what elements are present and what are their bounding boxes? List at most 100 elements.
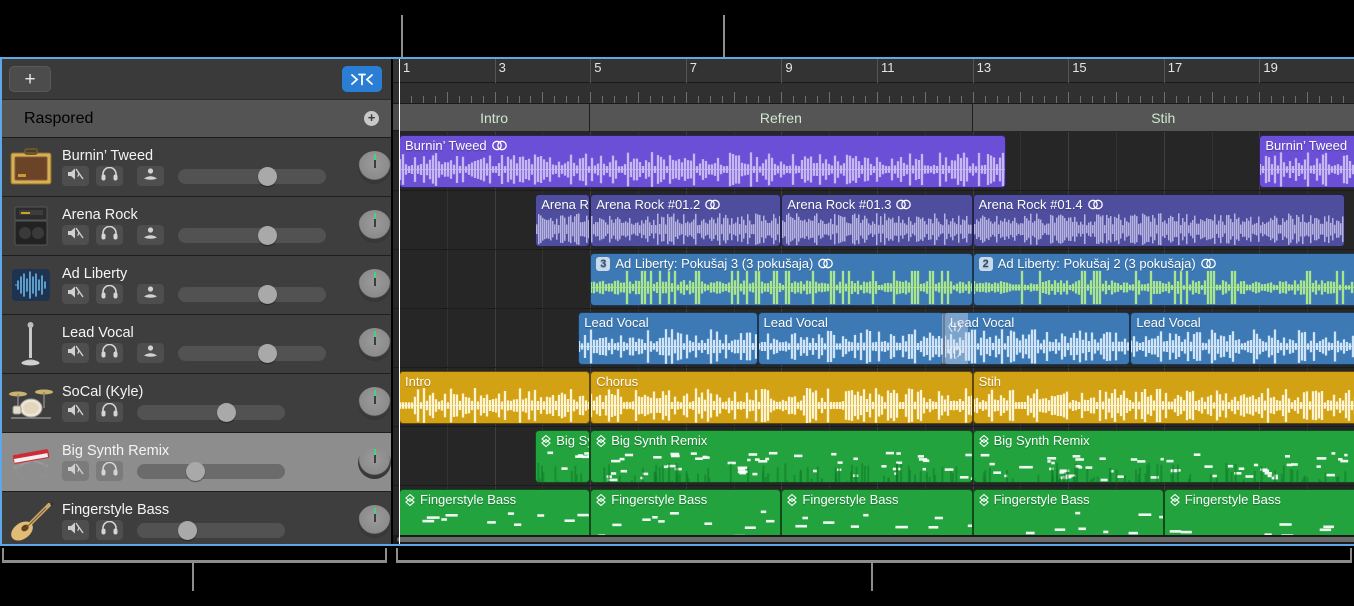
- volume-slider-knob[interactable]: [258, 167, 277, 186]
- solo-button[interactable]: [96, 520, 123, 540]
- region[interactable]: Big Synth R: [535, 430, 590, 483]
- playhead[interactable]: [399, 59, 400, 544]
- track-row[interactable]: Big Synth Remix: [0, 433, 391, 492]
- beat-tick: [1032, 96, 1033, 103]
- volume-slider[interactable]: [178, 346, 326, 361]
- ruler-bar-number: 19: [1259, 60, 1277, 75]
- track-row[interactable]: Arena Rock: [0, 197, 391, 256]
- region[interactable]: Burnin’ Tweed: [1259, 135, 1354, 188]
- pan-knob[interactable]: [358, 328, 391, 361]
- beat-tick: [985, 96, 986, 103]
- volume-slider[interactable]: [137, 464, 285, 479]
- mute-button[interactable]: [62, 225, 89, 245]
- track-row[interactable]: Burnin’ Tweed: [0, 138, 391, 197]
- track-lane[interactable]: Intro Chorus Stih: [393, 368, 1354, 427]
- record-enable-button[interactable]: [137, 225, 164, 245]
- track-lane[interactable]: Lead Vocal Lead Vocal Lead Vocal Lead Vo…: [393, 309, 1354, 368]
- flex-time-icon[interactable]: [342, 66, 382, 92]
- mute-button[interactable]: [62, 520, 89, 540]
- region[interactable]: Arena Rock #01.3: [781, 194, 972, 247]
- add-to-group-icon[interactable]: +: [364, 111, 379, 126]
- track-row[interactable]: Lead Vocal: [0, 315, 391, 374]
- horizontal-scrollbar-thumb[interactable]: [397, 537, 1354, 542]
- region[interactable]: Lead Vocal: [944, 312, 1130, 365]
- region[interactable]: Lead Vocal: [578, 312, 757, 365]
- volume-slider-knob[interactable]: [186, 462, 205, 481]
- volume-slider[interactable]: [178, 228, 326, 243]
- region[interactable]: Intro: [399, 371, 590, 424]
- volume-slider[interactable]: [178, 287, 326, 302]
- region-label-row: Fingerstyle Bass: [979, 492, 1090, 507]
- region[interactable]: Arena Rock #01.4: [973, 194, 1346, 247]
- pan-knob[interactable]: [358, 446, 391, 479]
- volume-slider[interactable]: [137, 523, 285, 538]
- track-row[interactable]: Ad Liberty: [0, 256, 391, 315]
- record-enable-button[interactable]: [137, 166, 164, 186]
- region-waveform: [591, 211, 780, 244]
- mute-button[interactable]: [62, 166, 89, 186]
- arrangement-marker[interactable]: Intro: [399, 104, 590, 131]
- lane-gridline: [1164, 132, 1165, 190]
- region[interactable]: 3Ad Liberty: Pokušaj 3 (3 pokušaja): [590, 253, 972, 306]
- bar-ruler[interactable]: 135791113151719: [393, 59, 1354, 83]
- solo-button[interactable]: [96, 402, 123, 422]
- add-track-button[interactable]: +: [9, 66, 51, 92]
- track-lane[interactable]: Arena RArena Rock #01.2Arena Rock #01.3A…: [393, 191, 1354, 250]
- track-group-header[interactable]: Raspored +: [0, 100, 391, 138]
- horizontal-scrollbar[interactable]: [393, 535, 1354, 544]
- region[interactable]: Lead Vocal: [1130, 312, 1354, 365]
- track-row[interactable]: Fingerstyle Bass: [0, 492, 391, 546]
- mute-button[interactable]: [62, 284, 89, 304]
- region[interactable]: Chorus: [590, 371, 972, 424]
- beat-tick: [829, 92, 830, 103]
- track-lane[interactable]: Burnin’ Tweed Burnin’ Tweed: [393, 132, 1354, 191]
- solo-button[interactable]: [96, 461, 123, 481]
- volume-slider[interactable]: [178, 169, 326, 184]
- volume-slider-knob[interactable]: [258, 226, 277, 245]
- region-label-row: Fingerstyle Bass: [787, 492, 898, 507]
- region[interactable]: Big Synth Remix: [590, 430, 972, 483]
- region-waveform: [1131, 329, 1354, 362]
- track-list-pane: + Raspored + Burnin’ TweedArena Rock Ad …: [0, 59, 393, 544]
- track-lane[interactable]: Big Synth RBig Synth RemixBig Synth Remi…: [393, 427, 1354, 486]
- solo-button[interactable]: [96, 166, 123, 186]
- pan-pointer: [374, 337, 376, 345]
- volume-slider[interactable]: [137, 405, 285, 420]
- solo-button[interactable]: [96, 225, 123, 245]
- lane-gridline: [542, 250, 543, 308]
- beat-tick: [1020, 92, 1021, 103]
- pan-knob[interactable]: [358, 505, 391, 538]
- record-enable-button[interactable]: [137, 284, 164, 304]
- mute-button[interactable]: [62, 461, 89, 481]
- arrangement-marker[interactable]: Refren: [590, 104, 972, 131]
- solo-button[interactable]: [96, 284, 123, 304]
- region[interactable]: Big Synth Remix: [973, 430, 1354, 483]
- region[interactable]: Stih: [973, 371, 1354, 424]
- volume-slider-knob[interactable]: [258, 285, 277, 304]
- track-row[interactable]: SoCal (Kyle): [0, 374, 391, 433]
- pan-knob[interactable]: [358, 269, 391, 302]
- mute-button[interactable]: [62, 402, 89, 422]
- volume-slider-knob[interactable]: [217, 403, 236, 422]
- record-enable-button[interactable]: [137, 343, 164, 363]
- pan-knob[interactable]: [358, 210, 391, 243]
- stereo-icon: [705, 199, 720, 210]
- region[interactable]: Burnin’ Tweed: [399, 135, 1006, 188]
- beat-ruler[interactable]: [393, 83, 1354, 104]
- volume-slider-knob[interactable]: [258, 344, 277, 363]
- track-lane[interactable]: 3Ad Liberty: Pokušaj 3 (3 pokušaja) 2Ad …: [393, 250, 1354, 309]
- pan-knob[interactable]: [358, 387, 391, 420]
- arrangement-marker[interactable]: Stih: [973, 104, 1354, 131]
- region[interactable]: Arena Rock #01.2: [590, 194, 781, 247]
- region[interactable]: Arena R: [535, 194, 590, 247]
- mute-icon: [67, 226, 84, 245]
- volume-slider-knob[interactable]: [178, 521, 197, 540]
- region[interactable]: Lead Vocal: [758, 312, 944, 365]
- track-name: Lead Vocal: [62, 325, 340, 341]
- region[interactable]: 2Ad Liberty: Pokušaj 2 (3 pokušaja): [973, 253, 1354, 306]
- mute-button[interactable]: [62, 343, 89, 363]
- track-list-toolbar: +: [0, 59, 391, 100]
- stereo-icon: [1088, 199, 1103, 210]
- solo-button[interactable]: [96, 343, 123, 363]
- pan-knob[interactable]: [358, 151, 391, 184]
